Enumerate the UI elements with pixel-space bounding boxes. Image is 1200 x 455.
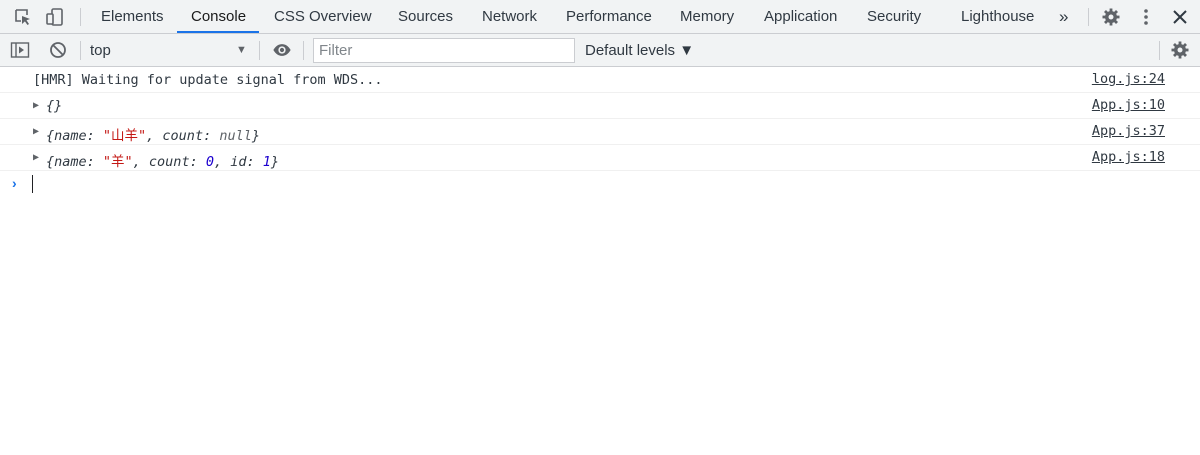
expand-triangle-icon[interactable]: ▶ [33,126,39,137]
tab-sources[interactable]: Sources [398,0,453,34]
tab-performance[interactable]: Performance [566,0,652,34]
toolbar-divider [80,8,81,26]
tab-console[interactable]: Console [191,0,246,34]
close-icon[interactable] [1170,7,1190,27]
toolbar-divider [259,41,260,60]
source-link[interactable]: App.js:18 [1092,149,1165,165]
console-message: [HMR] Waiting for update signal from WDS… [0,67,1200,93]
console-message[interactable]: ▶ {} App.js:10 [0,93,1200,119]
console-output: [HMR] Waiting for update signal from WDS… [0,67,1200,455]
object-key: {name: [46,154,103,170]
inspect-element-icon[interactable] [13,7,33,27]
clear-console-icon[interactable] [48,40,68,60]
toolbar-divider [80,41,81,60]
console-settings-gear-icon[interactable] [1170,40,1190,60]
active-tab-indicator [177,31,259,33]
devtools-tabbar: Elements Console CSS Overview Sources Ne… [0,0,1200,34]
console-message[interactable]: ▶ {name: "山羊", count: null} App.js:37 [0,119,1200,145]
number-value: 1 [262,154,271,170]
source-link[interactable]: App.js:37 [1092,123,1165,139]
live-expression-eye-icon[interactable] [272,40,292,60]
string-value: "羊" [102,154,133,170]
source-link[interactable]: App.js:10 [1092,97,1165,113]
tab-memory[interactable]: Memory [680,0,734,34]
null-value: null [219,128,252,144]
tab-elements[interactable]: Elements [101,0,164,34]
object-key: , count: [146,128,220,144]
tab-network[interactable]: Network [482,0,537,34]
console-prompt-icon: › [12,175,17,191]
string-value: "山羊" [102,128,147,144]
tab-application[interactable]: Application [764,0,837,34]
tab-css-overview[interactable]: CSS Overview [274,0,372,34]
object-brace: } [270,154,280,170]
log-levels-dropdown[interactable]: Default levels ▼ [585,34,694,67]
console-toolbar: top ▼ Default levels ▼ [0,34,1200,67]
console-message[interactable]: ▶ {name: "羊", count: 0, id: 1} App.js:18 [0,145,1200,171]
object-preview[interactable]: {} [46,98,62,114]
more-tabs-button[interactable]: » [1059,0,1068,34]
source-link[interactable]: log.js:24 [1092,71,1165,87]
object-preview[interactable]: {name: "羊", count: 0, id: 1} [46,150,279,170]
message-text: [HMR] Waiting for update signal from WDS… [33,72,383,88]
expand-triangle-icon[interactable]: ▶ [33,100,39,111]
object-key: , id: [213,154,263,170]
expand-triangle-icon[interactable]: ▶ [33,152,39,163]
toolbar-divider [1159,41,1160,60]
device-toolbar-icon[interactable] [45,7,65,27]
toolbar-divider [303,41,304,60]
object-preview[interactable]: {name: "山羊", count: null} [46,124,260,144]
toolbar-divider [1088,8,1089,26]
context-selector[interactable]: top [90,34,111,67]
filter-input[interactable] [313,38,575,63]
kebab-menu-icon[interactable] [1136,7,1156,27]
show-sidebar-icon[interactable] [10,40,30,60]
object-brace: } [251,128,260,144]
tab-security[interactable]: Security [867,0,921,34]
object-key: , count: [132,154,206,170]
tab-lighthouse[interactable]: Lighthouse [961,0,1034,34]
object-key: {name: [46,128,103,144]
context-dropdown-arrow-icon[interactable]: ▼ [236,34,247,67]
settings-gear-icon[interactable] [1101,7,1121,27]
console-input-caret[interactable] [32,175,33,193]
number-value: 0 [205,154,214,170]
